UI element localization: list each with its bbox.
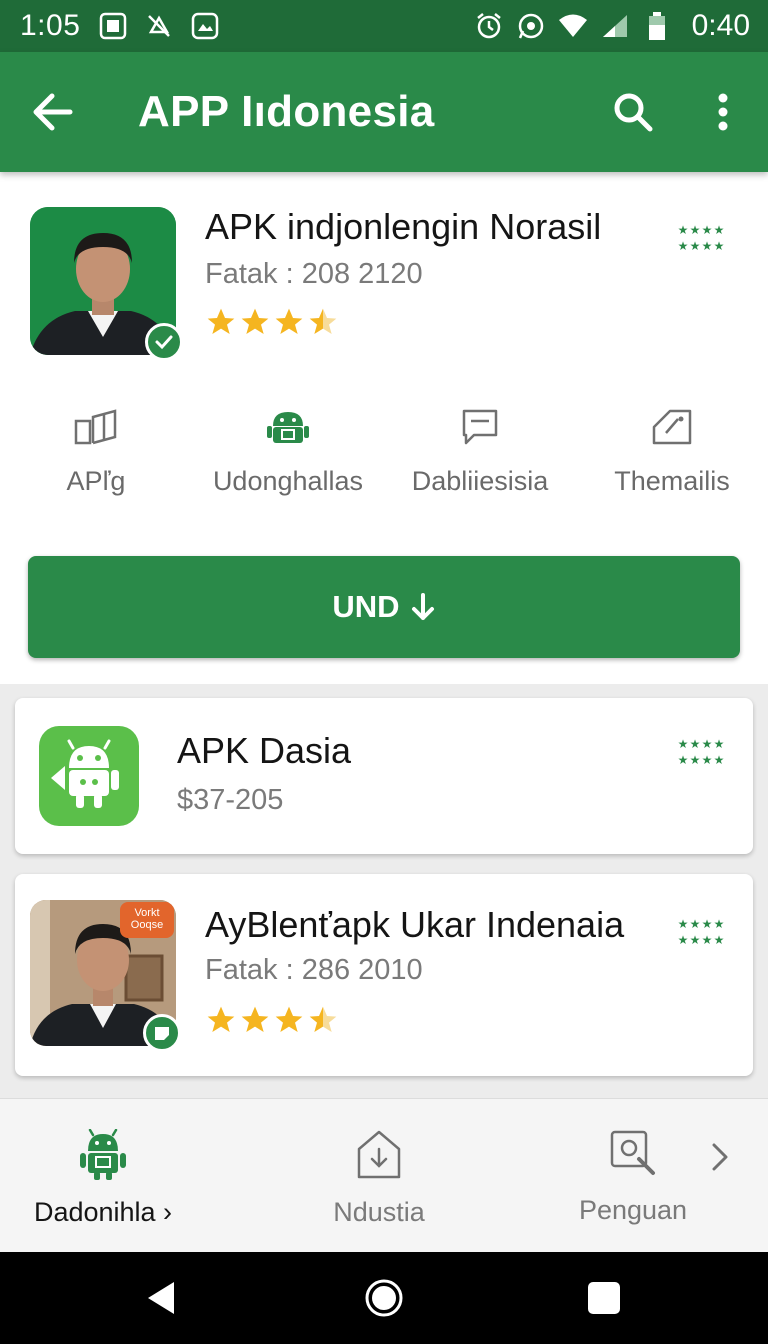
back-arrow-icon — [33, 93, 73, 131]
mini-rating-icon: ★ ★ ★ ★ ★ ★ ★ ★ — [677, 223, 725, 253]
status-clock: 0:40 — [691, 9, 750, 42]
list-item[interactable]: Vorkt Ooqse AyBlenťapk Ukar Indenaia Fat… — [15, 874, 753, 1076]
home-circle-icon — [365, 1279, 403, 1317]
nav-label: Penguan — [578, 1195, 688, 1225]
comment-icon — [455, 402, 505, 452]
system-navigation-bar — [0, 1252, 768, 1344]
star-half-icon — [309, 308, 337, 334]
app-subtitle: Fatak : 208 2120 — [205, 258, 423, 290]
download-icon — [357, 1130, 401, 1179]
app-title: APK indjonlengin Norasil — [205, 206, 602, 247]
search-button[interactable] — [588, 52, 678, 172]
notification-app-icon — [98, 11, 128, 41]
install-label: UND — [332, 589, 400, 624]
verified-badge-icon — [145, 323, 183, 361]
list-item-subtitle: Fatak : 286 2010 — [205, 954, 423, 986]
android-icon — [80, 1129, 126, 1180]
search-image-icon — [610, 1130, 655, 1175]
download-arrow-icon — [411, 593, 434, 620]
star-icon — [207, 1006, 235, 1032]
list-item-subtitle: $37-205 — [177, 784, 284, 816]
star-half-icon — [309, 1006, 337, 1032]
app-bar: APP Iıdonesia — [0, 52, 768, 172]
chevron-right-icon — [712, 1143, 728, 1171]
system-home-button[interactable] — [360, 1274, 408, 1322]
whatsapp-icon — [516, 11, 546, 41]
promo-badge: Vorkt Ooqse — [120, 902, 174, 938]
mini-rating-icon: ★ ★ ★ ★ ★ ★ ★ ★ — [677, 737, 725, 767]
feature-item[interactable]: Themailis — [576, 402, 768, 502]
list-item-title: AyBlenťapk Ukar Indenaia — [205, 904, 625, 945]
system-recents-button[interactable] — [580, 1274, 628, 1322]
bottom-navigation: Dadonihla › Ndustia Penguan — [0, 1098, 768, 1252]
recents-square-icon — [588, 1282, 620, 1314]
nav-item-penguan[interactable]: Penguan — [558, 1129, 708, 1226]
back-button[interactable] — [0, 52, 104, 172]
star-rating — [205, 1004, 339, 1036]
back-triangle-icon — [148, 1282, 174, 1314]
feature-label: Themailis — [614, 466, 730, 496]
tag-icon — [647, 402, 697, 452]
feature-item[interactable]: Udonghallas — [192, 402, 384, 502]
nav-item-ndustia[interactable]: Ndustia — [304, 1129, 454, 1228]
nav-item-dadonihla[interactable]: Dadonihla › — [28, 1129, 178, 1228]
list-item[interactable]: APK Dasia $37-205 ★ ★ ★ ★ ★ ★ ★ ★ — [15, 698, 753, 854]
nav-more-button[interactable] — [704, 1141, 736, 1173]
compare-icon — [71, 402, 121, 452]
star-icon — [241, 308, 269, 334]
feature-row: APľg Udonghallas Dabliiesisia Themailis — [0, 402, 768, 502]
star-rating — [205, 306, 339, 338]
nav-label: Dadonihla › — [33, 1197, 173, 1227]
list-item-title: APK Dasia — [177, 730, 352, 771]
feature-label: Udonghallas — [212, 466, 364, 496]
status-time: 1:05 — [20, 9, 81, 42]
star-icon — [275, 308, 303, 334]
wifi-icon — [558, 11, 588, 41]
android-icon — [263, 402, 313, 452]
page-title: APP Iıdonesia — [138, 87, 435, 136]
star-icon — [207, 308, 235, 334]
feature-label: APľg — [66, 466, 126, 496]
feature-label: Dabliiesisia — [411, 466, 549, 496]
app-badge-icon — [143, 1014, 181, 1052]
more-options-button[interactable] — [678, 52, 768, 172]
feature-item[interactable]: APľg — [0, 402, 192, 502]
notification-muted-icon — [144, 11, 174, 41]
android-app-icon — [39, 726, 139, 826]
battery-icon — [642, 11, 672, 41]
status-bar: 1:05 0:40 — [0, 0, 768, 52]
star-icon — [241, 1006, 269, 1032]
system-back-button[interactable] — [137, 1274, 185, 1322]
feature-item[interactable]: Dabliiesisia — [384, 402, 576, 502]
notification-image-icon — [190, 11, 220, 41]
alarm-icon — [474, 11, 504, 41]
search-icon — [614, 93, 653, 132]
star-icon — [275, 1006, 303, 1032]
install-button[interactable]: UND — [28, 556, 740, 658]
signal-icon — [600, 11, 630, 41]
more-vert-icon — [718, 93, 728, 131]
mini-rating-icon: ★ ★ ★ ★ ★ ★ ★ ★ — [677, 917, 725, 947]
nav-label: Ndustia — [333, 1197, 425, 1227]
app-detail-card: APK indjonlengin Norasil Fatak : 208 212… — [0, 172, 768, 684]
